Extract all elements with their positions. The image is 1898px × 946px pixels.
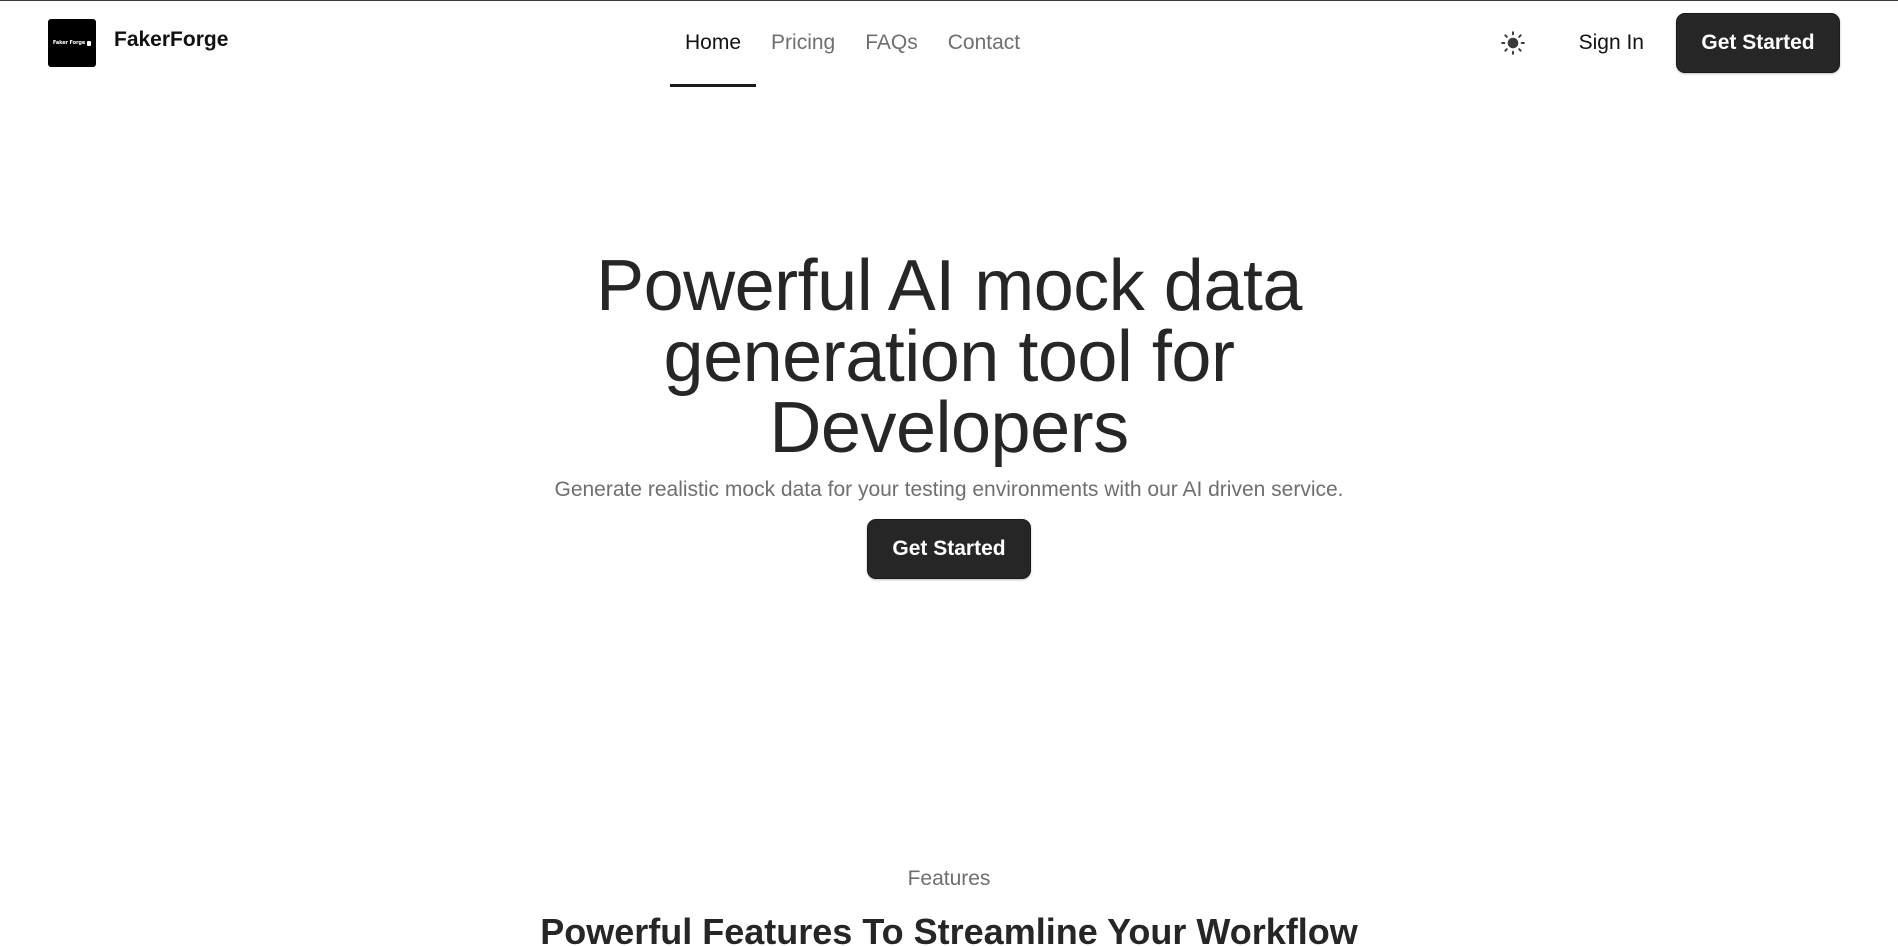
features-title: Powerful Features To Streamline Your Wor… — [540, 911, 1358, 946]
hero-title: Powerful AI mock data generation tool fo… — [596, 246, 1302, 468]
sun-icon — [1500, 31, 1525, 55]
nav-item-faqs[interactable]: FAQs — [850, 1, 933, 87]
hero-subtitle: Generate realistic mock data for your te… — [554, 478, 1344, 501]
header-actions: Sign In Get Started — [1493, 13, 1840, 73]
brand-logo-text: Faker Forge — [52, 40, 86, 46]
nav-item-home[interactable]: Home — [670, 1, 757, 87]
brand-logo: Faker Forge — [48, 19, 96, 67]
brand-home-link[interactable]: Faker Forge FakerForge — [48, 19, 228, 67]
brand-name: FakerForge — [114, 28, 229, 51]
nav-item-pricing[interactable]: Pricing — [756, 1, 850, 87]
features-section: Features Powerful Features To Streamline… — [0, 867, 1898, 946]
sign-in-link[interactable]: Sign In — [1567, 31, 1656, 55]
features-eyebrow: Features — [907, 867, 991, 890]
nav-item-contact[interactable]: Contact — [933, 1, 1035, 87]
hero-section: Powerful AI mock data generation tool fo… — [0, 246, 1898, 579]
site-header: Faker Forge FakerForge Home Pricing FAQs… — [0, 1, 1898, 87]
hero-get-started-button[interactable]: Get Started — [867, 519, 1031, 579]
brand-logo-mark-icon — [87, 40, 92, 46]
main-nav: Home Pricing FAQs Contact — [670, 1, 1035, 87]
theme-toggle-button[interactable] — [1493, 23, 1533, 63]
header-get-started-button[interactable]: Get Started — [1676, 13, 1840, 73]
